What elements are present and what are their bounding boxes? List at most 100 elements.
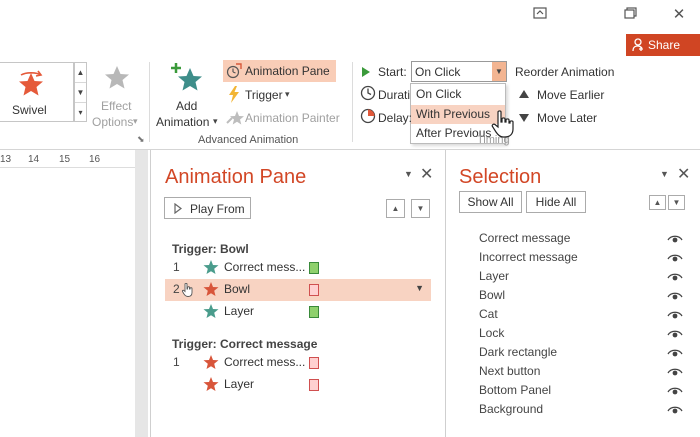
- ribbon-separator: [149, 62, 150, 142]
- timeline-bar[interactable]: [309, 284, 319, 296]
- restore-window-icon[interactable]: [529, 6, 551, 24]
- move-later-label: Move Later: [537, 111, 598, 125]
- gallery-down-icon[interactable]: ▼: [75, 83, 86, 103]
- visibility-eye-icon[interactable]: [667, 272, 683, 282]
- visibility-eye-icon[interactable]: [667, 386, 683, 396]
- add-animation-star-icon: [171, 63, 202, 91]
- ruler-tick: 13: [0, 154, 12, 165]
- play-from-button[interactable]: Play From: [164, 197, 251, 219]
- duration-clock-icon: [360, 85, 376, 101]
- move-down-icon[interactable]: ▼: [411, 199, 430, 218]
- send-backward-icon[interactable]: ▼: [668, 195, 685, 210]
- visibility-eye-icon[interactable]: [667, 405, 683, 415]
- animation-row[interactable]: 1 Correct mess...: [165, 352, 431, 374]
- hand-cursor-icon: [491, 110, 514, 138]
- move-earlier-button[interactable]: Move Earlier: [519, 86, 619, 105]
- animation-row[interactable]: 1 Correct mess...: [165, 257, 431, 279]
- selection-item[interactable]: Incorrect message: [479, 250, 578, 264]
- reorder-animation-title: Reorder Animation: [515, 65, 615, 79]
- selection-item[interactable]: Next button: [479, 364, 540, 378]
- animation-painter-button[interactable]: Animation Painter: [223, 107, 348, 129]
- play-icon: [174, 203, 182, 214]
- visibility-eye-icon[interactable]: [667, 291, 683, 301]
- move-earlier-icon: [519, 90, 529, 98]
- visibility-eye-icon[interactable]: [667, 310, 683, 320]
- animation-row-selected[interactable]: 2 Bowl ▼: [165, 279, 431, 301]
- delay-label: Delay:: [378, 111, 413, 125]
- row-label: Layer: [224, 304, 255, 318]
- ribbon-separator-2: [352, 62, 353, 142]
- move-later-button[interactable]: Move Later: [519, 109, 619, 128]
- ruler-tick: 15: [59, 154, 71, 165]
- dropdown-arrow-icon[interactable]: ▼: [492, 62, 506, 81]
- entrance-star-icon: [203, 282, 219, 296]
- entrance-star-icon: [203, 260, 219, 274]
- selection-item[interactable]: Lock: [479, 326, 504, 340]
- visibility-eye-icon[interactable]: [667, 234, 683, 244]
- add-animation-button[interactable]: Add Animation ▾: [154, 62, 220, 132]
- effect-options-button[interactable]: Effect Options ▾: [91, 62, 143, 132]
- ruler-tick: 16: [89, 154, 101, 165]
- selection-pane-close-icon[interactable]: ✕: [677, 164, 690, 184]
- move-up-icon[interactable]: ▲: [386, 199, 405, 218]
- selection-item[interactable]: Bottom Panel: [479, 383, 551, 397]
- gallery-up-icon[interactable]: ▲: [75, 63, 86, 83]
- visibility-eye-icon[interactable]: [667, 367, 683, 377]
- selection-item[interactable]: Layer: [479, 269, 509, 283]
- trigger-header: Trigger: Bowl: [172, 242, 249, 256]
- animation-row[interactable]: Layer: [165, 301, 431, 323]
- share-button[interactable]: Share: [626, 34, 700, 57]
- show-all-label: Show All: [467, 195, 514, 209]
- animation-pane-close-icon[interactable]: ✕: [420, 164, 433, 184]
- play-from-label: Play From: [190, 202, 245, 216]
- selection-item[interactable]: Bowl: [479, 288, 505, 302]
- group-launcher-icon[interactable]: ⬊: [137, 134, 145, 145]
- add-animation-label1: Add: [176, 99, 198, 113]
- maximize-icon[interactable]: [620, 6, 642, 24]
- animation-pane-title: Animation Pane: [165, 166, 307, 188]
- effect-star-icon: [105, 66, 129, 89]
- animation-painter-label: Animation Painter: [245, 111, 340, 125]
- row-label: Bowl: [224, 282, 251, 296]
- bring-forward-icon[interactable]: ▲: [649, 195, 666, 210]
- row-label: Layer: [224, 377, 255, 391]
- effect-options-label1: Effect: [101, 99, 132, 113]
- animation-pane-button[interactable]: Animation Pane: [223, 60, 336, 82]
- delay-clock-icon: [360, 108, 376, 124]
- gallery-more-icon[interactable]: ▾: [75, 103, 86, 123]
- play-start-icon: [362, 67, 370, 77]
- selection-item[interactable]: Cat: [479, 307, 498, 321]
- visibility-eye-icon[interactable]: [667, 348, 683, 358]
- row-label: Correct mess...: [224, 260, 306, 274]
- selection-options-arrow-icon[interactable]: ▼: [660, 169, 669, 179]
- share-person-icon: [632, 38, 643, 52]
- selection-item[interactable]: Correct message: [479, 231, 570, 245]
- gallery-scroll[interactable]: ▲ ▼ ▾: [74, 62, 87, 122]
- pane-options-arrow-icon[interactable]: ▼: [404, 169, 413, 179]
- slide-canvas[interactable]: [0, 169, 135, 437]
- show-all-button[interactable]: Show All: [459, 191, 522, 213]
- timeline-bar[interactable]: [309, 379, 319, 391]
- ruler-tick: 14: [28, 154, 40, 165]
- animation-gallery[interactable]: Swivel: [0, 62, 74, 122]
- swivel-star-icon: [19, 70, 43, 96]
- start-option-on-click[interactable]: On Click: [411, 85, 505, 104]
- visibility-eye-icon[interactable]: [667, 329, 683, 339]
- row-dropdown-arrow-icon[interactable]: ▼: [415, 283, 424, 293]
- start-dropdown[interactable]: On Click ▼: [411, 61, 507, 82]
- selection-item[interactable]: Dark rectangle: [479, 345, 557, 359]
- selection-item[interactable]: Background: [479, 402, 543, 416]
- timeline-bar[interactable]: [309, 262, 319, 274]
- timeline-bar[interactable]: [309, 306, 319, 318]
- start-label: Start:: [378, 65, 407, 79]
- hide-all-button[interactable]: Hide All: [526, 191, 586, 213]
- entrance-star-icon: [203, 355, 219, 369]
- animation-painter-icon: [226, 111, 244, 125]
- timeline-bar[interactable]: [309, 357, 319, 369]
- animation-row[interactable]: Layer: [165, 374, 431, 396]
- effect-options-arrow: ▾: [133, 116, 138, 126]
- close-icon[interactable]: ✕: [668, 6, 690, 24]
- trigger-button[interactable]: Trigger ▾: [223, 84, 293, 106]
- add-animation-label2: Animation: [156, 115, 210, 129]
- visibility-eye-icon[interactable]: [667, 253, 683, 263]
